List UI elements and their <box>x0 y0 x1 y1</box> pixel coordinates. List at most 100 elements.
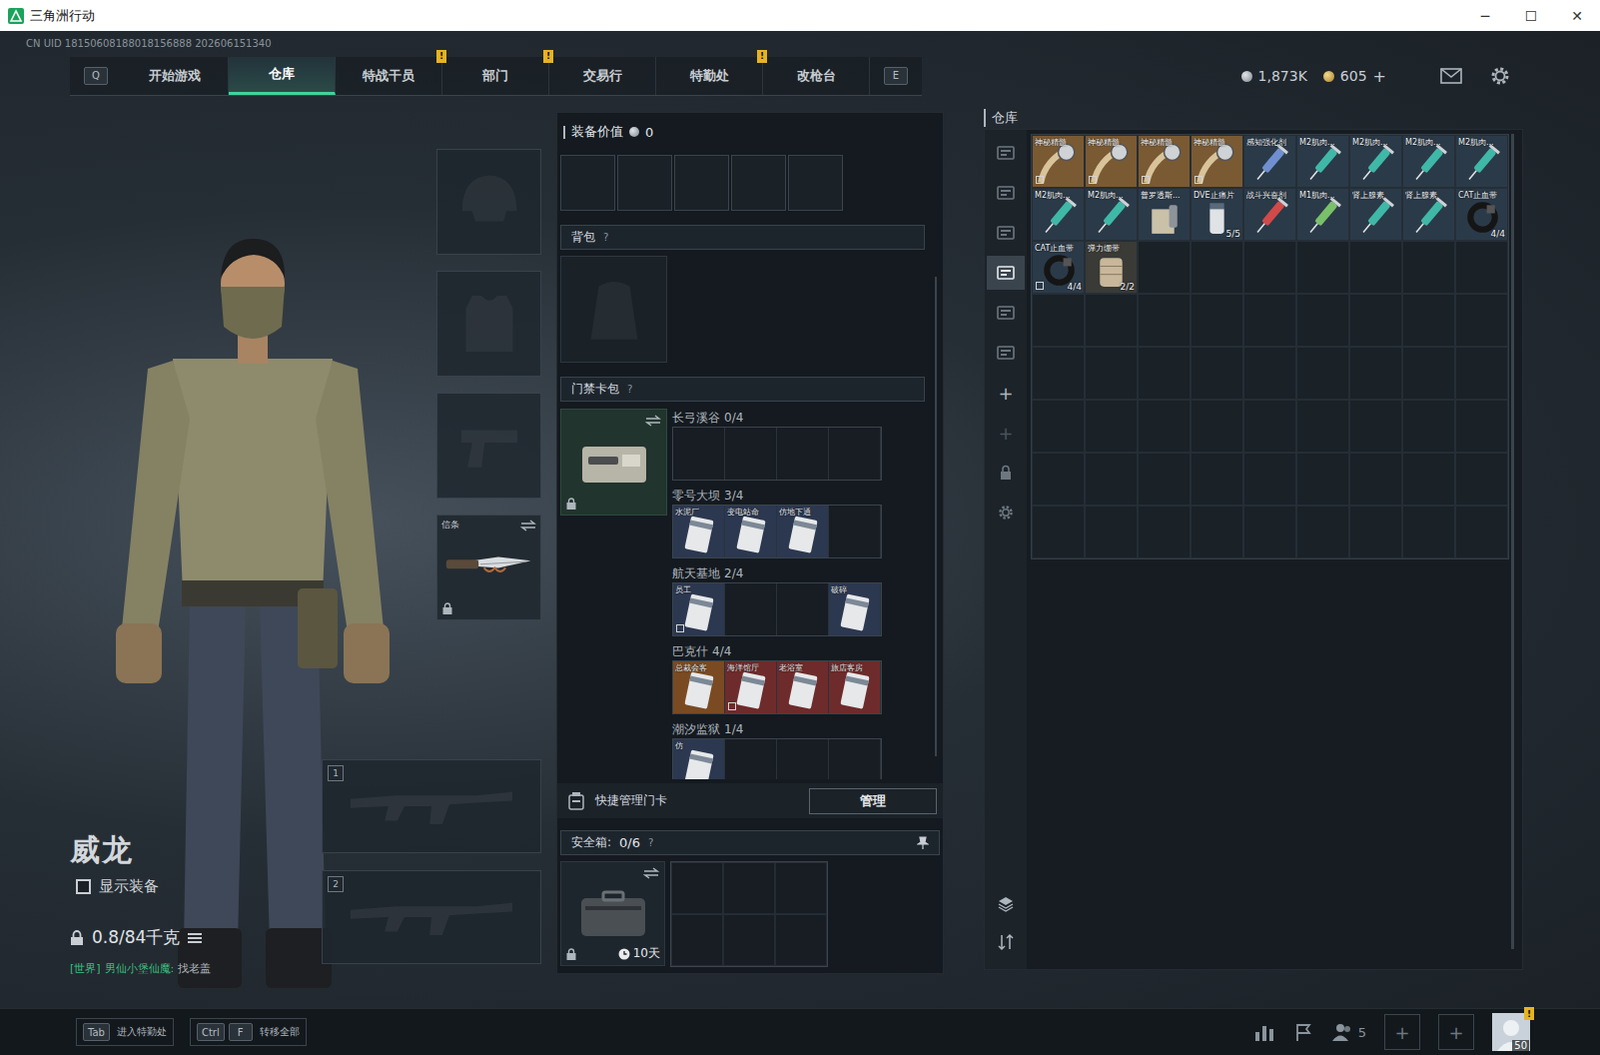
add-page-button[interactable]: + <box>997 375 1013 410</box>
empty-cell[interactable] <box>1031 346 1085 400</box>
nav-tab[interactable]: 特战干员! <box>335 56 443 95</box>
card-slot[interactable] <box>725 583 778 636</box>
card-slot[interactable] <box>673 427 726 480</box>
card-slot[interactable] <box>777 739 829 780</box>
warehouse-tab[interactable] <box>986 335 1025 370</box>
empty-cell[interactable] <box>1296 346 1350 400</box>
item-cell[interactable]: 战斗兴奋剂 <box>1243 187 1297 241</box>
item-cell[interactable]: M2肌肉... <box>1296 134 1350 188</box>
empty-cell[interactable] <box>1031 293 1085 347</box>
empty-cell[interactable] <box>1296 240 1350 294</box>
backpack-slot[interactable] <box>560 255 668 363</box>
safe-box[interactable]: 10天 <box>560 860 666 966</box>
gear-icon[interactable] <box>997 504 1014 521</box>
item-cell[interactable]: M2肌肉... <box>1031 187 1085 241</box>
empty-cell[interactable] <box>1084 399 1138 453</box>
nav-tab[interactable]: 开始游戏 <box>121 56 229 95</box>
nav-key-left[interactable]: Q <box>83 66 108 85</box>
rig-slot[interactable] <box>617 154 673 211</box>
scrollbar[interactable] <box>1511 133 1515 949</box>
warehouse-tab[interactable] <box>986 135 1025 170</box>
empty-cell[interactable] <box>1031 399 1085 453</box>
weapon-slot[interactable]: 2 <box>321 869 542 964</box>
empty-cell[interactable] <box>1296 452 1350 506</box>
empty-cell[interactable] <box>1402 293 1456 347</box>
pin-icon[interactable] <box>916 835 929 850</box>
empty-cell[interactable] <box>1296 399 1350 453</box>
nav-tab[interactable]: 改枪台 <box>763 56 870 95</box>
safe-cell[interactable] <box>671 913 724 966</box>
window-control[interactable]: ─ <box>1462 7 1509 24</box>
item-cell[interactable]: M2肌肉... <box>1402 134 1456 188</box>
empty-cell[interactable] <box>1031 505 1085 559</box>
invite-slot[interactable]: + <box>1438 1013 1475 1050</box>
warehouse-tab[interactable] <box>986 255 1025 290</box>
card-slot[interactable]: 总裁会客 <box>673 661 726 714</box>
card-slot[interactable]: 老浴室 <box>777 661 829 714</box>
card-slot[interactable]: 旅店客房 <box>828 661 881 714</box>
empty-cell[interactable] <box>1243 293 1297 347</box>
empty-cell[interactable] <box>1190 240 1244 294</box>
item-cell[interactable]: M1肌肉... <box>1296 187 1350 241</box>
card-slot[interactable]: 海洋馆厅 <box>725 661 778 714</box>
empty-cell[interactable] <box>1455 240 1509 294</box>
swap-icon[interactable] <box>645 414 662 427</box>
card-slot[interactable]: 仿地下通 <box>777 505 829 558</box>
empty-cell[interactable] <box>1455 293 1509 347</box>
item-cell[interactable]: M2肌肉... <box>1455 134 1509 188</box>
empty-cell[interactable] <box>1137 293 1191 347</box>
empty-cell[interactable] <box>1137 399 1191 453</box>
sort-icon[interactable] <box>996 932 1015 951</box>
warehouse-tab[interactable] <box>986 175 1025 210</box>
empty-cell[interactable] <box>1190 346 1244 400</box>
rig-slot[interactable] <box>674 154 730 211</box>
empty-cell[interactable] <box>1190 505 1244 559</box>
weapon-slot[interactable]: 1 <box>321 759 542 853</box>
gear-slot[interactable] <box>436 148 542 255</box>
empty-cell[interactable] <box>1349 346 1403 400</box>
empty-cell[interactable] <box>1402 346 1456 400</box>
card-slot[interactable]: 仿 <box>673 739 726 780</box>
help-mark[interactable]: ? <box>627 383 633 395</box>
empty-cell[interactable] <box>1296 293 1350 347</box>
safe-cell[interactable] <box>723 861 776 914</box>
empty-cell[interactable] <box>1137 240 1191 294</box>
warehouse-tab[interactable] <box>986 295 1025 330</box>
card-slot[interactable]: 水泥厂 <box>673 505 726 558</box>
card-slot[interactable] <box>725 427 778 480</box>
empty-cell[interactable] <box>1296 505 1350 559</box>
empty-cell[interactable] <box>1349 399 1403 453</box>
empty-cell[interactable] <box>1243 346 1297 400</box>
card-slot[interactable] <box>828 739 881 780</box>
item-cell[interactable]: M2肌肉... <box>1349 134 1403 188</box>
empty-cell[interactable] <box>1349 452 1403 506</box>
card-slot[interactable]: 变电站命 <box>725 505 778 558</box>
empty-cell[interactable] <box>1084 505 1138 559</box>
warehouse-tab[interactable] <box>986 215 1025 250</box>
nav-key-right[interactable]: E <box>883 66 908 85</box>
empty-cell[interactable] <box>1084 293 1138 347</box>
empty-cell[interactable] <box>1190 293 1244 347</box>
card-slot[interactable] <box>777 583 829 636</box>
swap-icon[interactable] <box>643 866 660 879</box>
empty-cell[interactable] <box>1137 505 1191 559</box>
card-slot[interactable] <box>828 505 881 558</box>
empty-cell[interactable] <box>1190 399 1244 453</box>
item-cell[interactable]: 弹力绷带2/2 <box>1084 240 1138 294</box>
safe-cell[interactable] <box>671 861 724 914</box>
gear-slot[interactable]: 信条 <box>436 514 542 621</box>
item-cell[interactable]: 普罗透斯... <box>1137 187 1191 241</box>
card-slot[interactable]: 破碎 <box>828 583 881 636</box>
empty-cell[interactable] <box>1455 452 1509 506</box>
empty-cell[interactable] <box>1243 505 1297 559</box>
window-control[interactable]: ✕ <box>1554 7 1600 24</box>
help-mark[interactable]: ? <box>603 231 609 243</box>
manage-button[interactable]: 管理 <box>808 788 937 814</box>
safe-cell[interactable] <box>723 913 776 966</box>
card-slot[interactable] <box>777 427 829 480</box>
item-cell[interactable]: 神秘精髓 <box>1190 134 1244 188</box>
key-hint[interactable]: Tab进入特勤处 <box>75 1017 174 1046</box>
nav-tab[interactable]: 仓库 <box>228 56 336 95</box>
empty-cell[interactable] <box>1137 452 1191 506</box>
empty-cell[interactable] <box>1402 240 1456 294</box>
